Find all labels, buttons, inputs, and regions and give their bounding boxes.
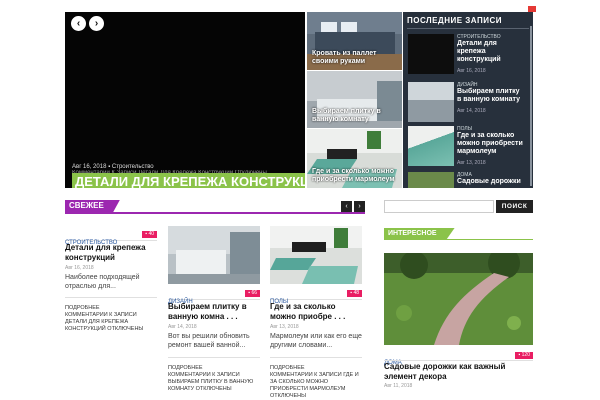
post-title[interactable]: Где и за сколько можно приобре . . .: [270, 302, 362, 322]
comments-closed-text: КОММЕНТАРИИ К ЗАПИСИ ВЫБИРАЕМ ПЛИТКУ В В…: [168, 372, 254, 392]
comment-count-badge: ▪ 66: [245, 290, 260, 297]
post-category[interactable]: СТРОИТЕЛЬСТВО: [65, 240, 117, 246]
recent-date: Авг 13, 2018: [457, 160, 486, 166]
comments-closed-text: КОММЕНТАРИИ К ЗАПИСИ ДЕТАЛИ ДЛЯ КРЕПЕЖА …: [65, 312, 144, 332]
divider: [65, 297, 157, 298]
recent-title[interactable]: Детали для крепежа конструкций: [457, 40, 525, 64]
post-title[interactable]: Выбираем плитку в ванную комна . . .: [168, 302, 260, 322]
post-date: Авг 16, 2018: [65, 265, 94, 271]
sidebar-post-image[interactable]: [384, 253, 533, 345]
garden-path-photo: [384, 253, 533, 345]
search-input[interactable]: [384, 200, 494, 213]
tile-caption: Кровать из паллет своими руками: [312, 50, 377, 65]
sidebar-post-title[interactable]: Садовые дорожки как важный элемент декор…: [384, 362, 533, 382]
post-date: Авг 14, 2018: [168, 324, 197, 330]
slider-prev-button[interactable]: ‹: [71, 16, 86, 31]
section-prev-button[interactable]: ‹: [341, 201, 352, 212]
read-more-link[interactable]: ПОДРОБНЕЕ: [168, 365, 260, 372]
recent-item[interactable]: ДИЗАЙН Выбираем плитку в ванную комнату …: [408, 82, 526, 126]
widget-header-interesting: ИНТЕРЕСНОЕ: [384, 228, 533, 240]
recent-title[interactable]: Выбираем плитку в ванную комнату: [457, 88, 525, 104]
section-header-fresh: СВЕЖЕЕ ‹ ›: [65, 200, 365, 214]
tile-bath-tiles[interactable]: Выбираем плитку в ванную комнату: [307, 71, 402, 128]
post-image[interactable]: [168, 226, 260, 284]
recent-item[interactable]: ПОЛЫ Где и за сколько можно приобрести м…: [408, 126, 526, 170]
header-right-blank: [535, 12, 600, 188]
tile-bed-pallets[interactable]: Кровать из паллет своими руками: [307, 12, 402, 70]
slider-headline[interactable]: ДЕТАЛИ ДЛЯ КРЕПЕЖА КОНСТРУКЦИИ: [72, 173, 305, 188]
section-next-button[interactable]: ›: [354, 201, 365, 212]
divider: [384, 360, 533, 361]
comment-count-badge: ▪ 40: [142, 231, 157, 238]
post-category[interactable]: ДИЗАЙН: [168, 299, 193, 305]
slider-next-button[interactable]: ›: [89, 16, 104, 31]
post-date: Авг 13, 2018: [270, 324, 299, 330]
post-image[interactable]: [270, 226, 362, 284]
recent-item[interactable]: ДОМА Садовые дорожки: [408, 172, 526, 188]
post-meta-row: СТРОИТЕЛЬСТВО ▪ 40: [65, 231, 157, 246]
read-more-link[interactable]: ПОДРОБНЕЕ: [270, 365, 362, 372]
widget-title: ИНТЕРЕСНОЕ: [384, 228, 455, 240]
post-meta-row: ДИЗАЙН ▪ 66: [168, 290, 260, 305]
comments-closed-text: КОММЕНТАРИИ К ЗАПИСИ ГДЕ И ЗА СКОЛЬКО МО…: [270, 372, 359, 399]
post-excerpt: Вот вы решили обновить ремонт вашей ванн…: [168, 333, 250, 349]
section-label: СВЕЖЕЕ: [65, 200, 120, 212]
post-card[interactable]: ПОЛЫ ▪ 48 Где и за сколько можно приобре…: [270, 226, 362, 400]
recent-title[interactable]: Где и за сколько можно приобрести мармол…: [457, 132, 525, 156]
recent-thumbnail: [408, 34, 454, 74]
divider: [168, 357, 260, 358]
comment-count-badge: ▪ 120: [515, 352, 533, 359]
recent-posts-title: ПОСЛЕДНИЕ ЗАПИСИ: [407, 16, 529, 29]
sidebar-post-meta: ДОМА ▪ 120: [384, 351, 533, 366]
recent-thumbnail: [408, 126, 454, 166]
bathroom-photo: [168, 226, 260, 284]
recent-date: Авг 14, 2018: [457, 108, 486, 114]
tile-caption: Выбираем плитку в ванную комнату: [312, 108, 381, 123]
post-title[interactable]: Детали для крепежа конструкций: [65, 243, 157, 263]
read-more-link[interactable]: ПОДРОБНЕЕ: [65, 305, 157, 312]
recent-title[interactable]: Садовые дорожки: [457, 178, 525, 186]
recent-posts-panel: ПОСЛЕДНИЕ ЗАПИСИ СТРОИТЕЛЬСТВО Детали дл…: [403, 12, 533, 188]
tile-marmoleum[interactable]: Где и за сколько можно приобрести мармол…: [307, 129, 402, 188]
floor-photo: [270, 226, 362, 284]
post-excerpt: Наиболее подходящей отраслью для...: [65, 274, 140, 290]
recent-item[interactable]: СТРОИТЕЛЬСТВО Детали для крепежа констру…: [408, 34, 526, 78]
search-button[interactable]: ПОИСК: [496, 200, 533, 213]
recent-date: Авг 16, 2018: [457, 68, 486, 74]
post-meta-row: ПОЛЫ ▪ 48: [270, 290, 362, 305]
top-strip: [0, 0, 600, 12]
sidebar-post-date: Авг 11, 2018: [384, 383, 413, 389]
post-category[interactable]: ПОЛЫ: [270, 299, 288, 305]
recent-thumbnail: [408, 82, 454, 122]
recent-thumbnail: [408, 172, 454, 188]
post-excerpt: Мармолеум или как его еще другими словам…: [270, 333, 362, 349]
comment-count-badge: ▪ 48: [347, 290, 362, 297]
tile-caption: Где и за сколько можно приобрести мармол…: [312, 168, 395, 183]
post-card[interactable]: ДИЗАЙН ▪ 66 Выбираем плитку в ванную ком…: [168, 226, 260, 393]
featured-slider[interactable]: ‹ › Авг 16, 2018 ▪ Строительство Коммент…: [65, 12, 305, 188]
post-card[interactable]: СТРОИТЕЛЬСТВО ▪ 40 Детали для крепежа ко…: [65, 228, 157, 333]
divider: [270, 357, 362, 358]
recent-scrollbar[interactable]: [530, 26, 532, 186]
